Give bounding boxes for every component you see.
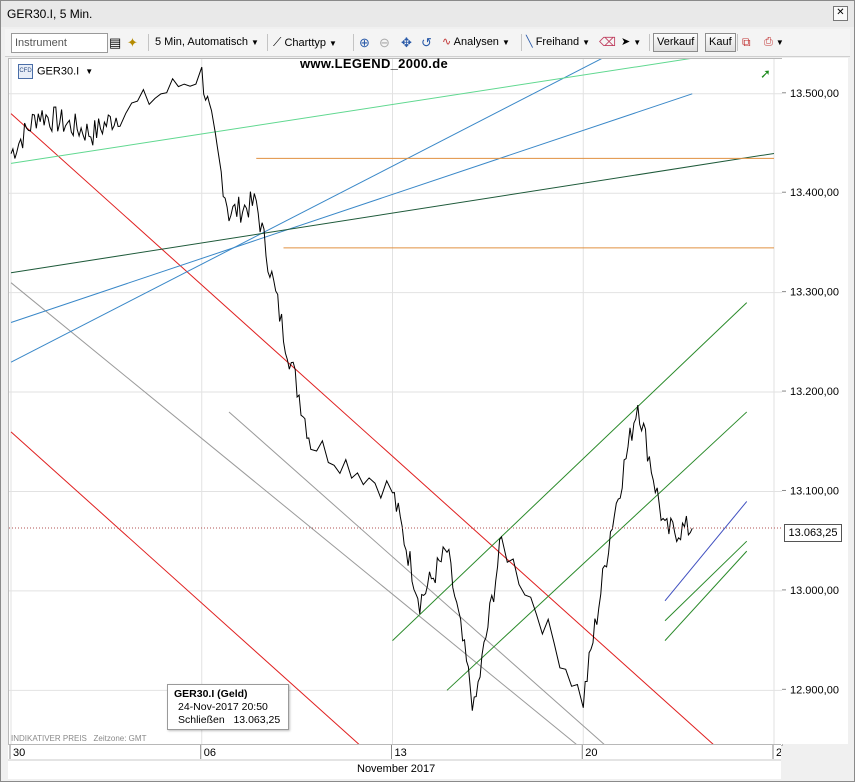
toolbar: Instrument ▤ ✦ 5 Min, Automatisch ▼ ⟋ Cha… <box>5 29 850 57</box>
y-tick-label: 13.500,00 <box>790 88 839 100</box>
reset-icon[interactable]: ↺ <box>421 33 432 52</box>
trend-line[interactable] <box>664 550 748 641</box>
y-tick-label: 13.300,00 <box>790 287 839 299</box>
chevron-down-icon: ▼ <box>85 67 94 77</box>
trend-line[interactable] <box>10 282 583 745</box>
symbol-selector[interactable]: CFD GER30.I ▼ <box>18 64 93 80</box>
x-axis: 30 06 13 20 27 November 2017 <box>8 744 788 779</box>
trend-icon[interactable]: ➚ <box>760 66 771 82</box>
chevron-down-icon: ▼ <box>501 38 510 47</box>
x-tick-label: 27 <box>776 747 781 759</box>
window-title: GER30.I, 5 Min. <box>7 7 93 21</box>
print-icon: ⎙ <box>764 36 773 48</box>
print-dropdown[interactable]: ⎙ ▼ <box>764 33 784 52</box>
cursor-dropdown[interactable]: ➤ ▼ <box>621 33 641 52</box>
chevron-down-icon: ▼ <box>250 38 259 47</box>
y-tick-label: 13.200,00 <box>790 386 839 398</box>
trend-line[interactable] <box>392 302 748 641</box>
plot-area[interactable] <box>8 58 783 746</box>
verkauf-button[interactable]: Verkauf <box>653 33 699 52</box>
instrument-list-icon[interactable]: ▤ <box>109 33 121 52</box>
trend-line[interactable] <box>10 59 611 363</box>
title-bar: GER30.I, 5 Min. ✕ <box>1 1 854 27</box>
close-icon[interactable]: ✕ <box>833 6 848 21</box>
tooltip-title: GER30.I (Geld) <box>174 688 248 700</box>
price-line <box>10 66 693 711</box>
chart-settings-icon[interactable]: ⧉ <box>742 33 751 52</box>
y-tick-label: 12.900,00 <box>790 684 839 696</box>
eraser-icon[interactable]: ⌫ <box>599 33 616 52</box>
chevron-down-icon: ▼ <box>775 38 784 47</box>
analysen-dropdown[interactable]: ∿ Analysen ▼ <box>442 33 510 52</box>
symbol-label: GER30.I <box>37 65 80 78</box>
trend-line[interactable] <box>10 59 720 164</box>
price-chart <box>9 59 782 745</box>
compare-icon[interactable]: ✦ <box>127 33 138 52</box>
chevron-down-icon: ▼ <box>329 39 337 48</box>
y-tick-label: 13.000,00 <box>790 585 839 597</box>
freihand-dropdown[interactable]: ╲ Freihand ▼ <box>526 33 590 52</box>
x-tick-label: 13 <box>395 747 407 759</box>
tooltip-datetime: 24-Nov-2017 20:50 <box>178 701 268 713</box>
analysis-icon: ∿ <box>442 36 452 48</box>
draw-line-icon: ╲ <box>526 36 533 48</box>
trend-line[interactable] <box>664 501 748 602</box>
kauf-button[interactable]: Kauf <box>705 33 736 52</box>
x-tick-label: 20 <box>585 747 597 759</box>
y-tick-label: 13.400,00 <box>790 187 839 199</box>
y-axis: 12.900,00 13.000,00 13.100,00 13.200,00 13.3… <box>782 58 848 744</box>
chevron-down-icon: ▼ <box>633 38 642 47</box>
trend-line[interactable] <box>664 540 748 622</box>
cursor-icon: ➤ <box>621 36 631 48</box>
line-chart-icon: ⟋ <box>273 35 282 49</box>
indicative-price-note: INDIKATIVER PREIS Zeitzone: GMT <box>11 734 147 743</box>
instrument-input[interactable]: Instrument <box>11 33 108 53</box>
x-tick-label: 06 <box>204 747 216 759</box>
zoom-in-icon[interactable]: ⊕ <box>359 33 370 52</box>
timeframe-dropdown[interactable]: 5 Min, Automatisch ▼ <box>155 33 259 52</box>
pan-icon[interactable]: ✥ <box>401 33 412 52</box>
chevron-down-icon: ▼ <box>582 38 591 47</box>
charttype-dropdown[interactable]: ⟋ Charttyp ▼ <box>273 33 337 52</box>
tooltip-close: Schließen 13.063,25 <box>178 714 281 726</box>
zoom-out-icon[interactable]: ⊖ <box>379 33 390 52</box>
x-axis-month-label: November 2017 <box>357 763 436 775</box>
y-tick-label: 13.100,00 <box>790 485 839 497</box>
x-tick-label: 30 <box>13 747 25 759</box>
cfd-badge: CFD <box>18 64 33 79</box>
data-tooltip: GER30.I (Geld) 24-Nov-2017 20:50 Schließ… <box>167 684 289 730</box>
trend-line[interactable] <box>446 411 748 691</box>
last-price-tag: 13.063,25 <box>784 524 842 542</box>
watermark: www.LEGEND_2000.de <box>300 56 448 71</box>
